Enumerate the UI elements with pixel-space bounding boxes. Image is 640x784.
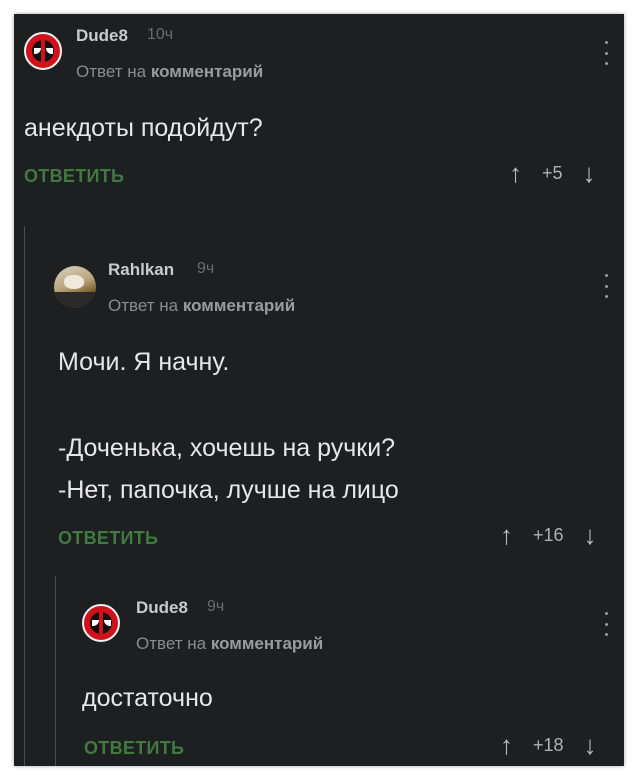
comment-score: +5 [542,162,563,183]
comment-text-line: -Доченька, хочешь на ручки? [58,434,396,462]
comment-text-line: Мочи. Я начну. [58,348,230,376]
comment-username[interactable]: Rahlkan [108,260,174,280]
upvote-icon[interactable]: ↑ [500,732,513,758]
reply-prefix: Ответ на [108,296,179,315]
downvote-icon[interactable]: ↓ [584,732,597,758]
comment-text: достаточно [82,684,213,712]
upvote-icon[interactable]: ↑ [500,522,513,548]
reply-prefix: Ответ на [76,62,147,81]
reply-prefix: Ответ на [136,634,207,653]
vote-controls: ↑ +16 ↓ [500,522,597,548]
comment-time: 10ч [147,26,174,43]
reply-button[interactable]: ОТВЕТИТЬ [58,528,158,549]
reply-to-line: Ответ на комментарий [136,634,323,654]
comment-text: анекдоты подойдут? [24,114,263,142]
photo-avatar[interactable] [54,266,96,308]
vote-controls: ↑ +5 ↓ [509,160,596,186]
comment-time: 9ч [207,598,225,615]
reply-target-link[interactable]: комментарий [151,62,263,81]
reply-target-link[interactable]: комментарий [211,634,323,653]
reply-button[interactable]: ОТВЕТИТЬ [84,738,184,759]
comment-username[interactable]: Dude8 [136,598,188,618]
comment-username[interactable]: Dude8 [76,26,128,46]
vote-controls: ↑ +18 ↓ [500,732,597,758]
comment-2: Rahlkan 9ч Ответ на комментарий Мочи. Я … [14,226,624,576]
downvote-icon[interactable]: ↓ [583,160,596,186]
reply-target-link[interactable]: комментарий [183,296,295,315]
upvote-icon[interactable]: ↑ [509,160,522,186]
reply-to-line: Ответ на комментарий [108,296,295,316]
deadpool-avatar[interactable] [82,604,120,642]
deadpool-avatar[interactable] [24,32,62,70]
comment-3: Dude8 9ч Ответ на комментарий достаточно… [14,576,624,766]
reply-to-line: Ответ на комментарий [76,62,263,82]
reply-button[interactable]: ОТВЕТИТЬ [24,166,124,187]
comment-time: 9ч [197,260,215,277]
comments-panel: Dude8 10ч Ответ на комментарий анекдоты … [14,14,624,766]
comment-1: Dude8 10ч Ответ на комментарий анекдоты … [14,14,624,224]
more-options-icon[interactable] [603,274,609,298]
downvote-icon[interactable]: ↓ [584,522,597,548]
comment-score: +16 [533,524,564,545]
more-options-icon[interactable] [603,41,609,65]
more-options-icon[interactable] [603,612,609,636]
comment-score: +18 [533,734,564,755]
comment-text-line: -Нет, папочка, лучше на лицо [58,476,399,504]
